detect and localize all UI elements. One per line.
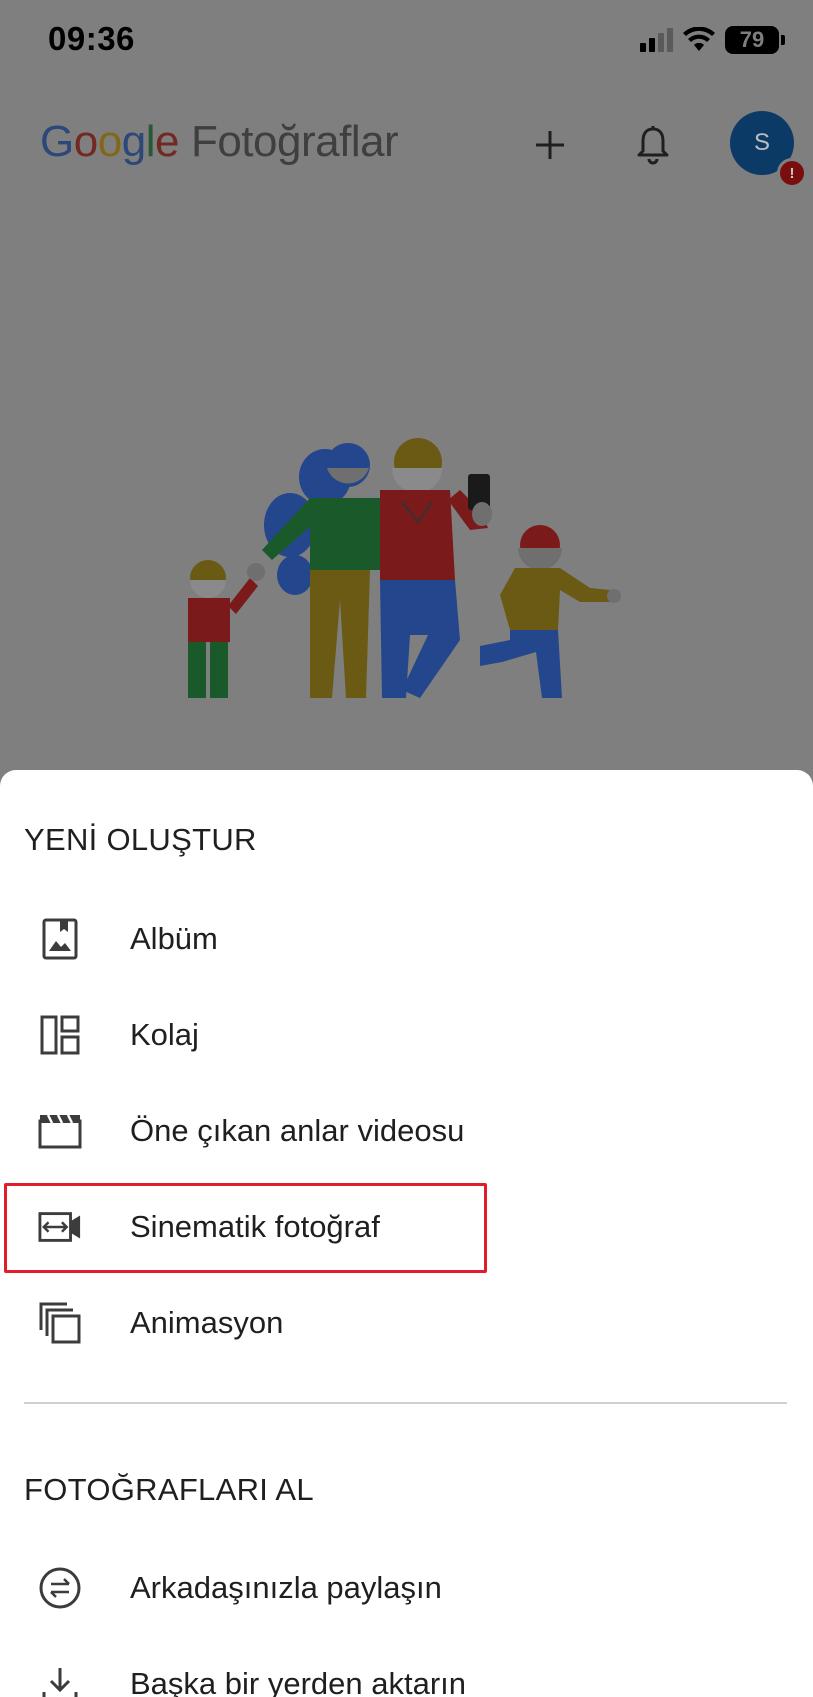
- create-bottom-sheet: YENİ OLUŞTUR Albüm Kolaj Öne çıkan anlar…: [0, 770, 813, 1697]
- menu-item-animation[interactable]: Animasyon: [0, 1278, 813, 1368]
- dimmed-app-background[interactable]: 09:36 79 Google Fotoğraflar S !: [0, 0, 813, 780]
- battery-icon: 79: [725, 26, 779, 54]
- signal-icon: [640, 28, 673, 52]
- create-button[interactable]: [520, 115, 580, 175]
- menu-item-label: Sinematik fotoğraf: [130, 1209, 380, 1244]
- section-title-import: FOTOĞRAFLARI AL: [24, 1472, 314, 1507]
- product-name: Fotoğraflar: [190, 117, 399, 166]
- status-time: 09:36: [48, 20, 135, 57]
- menu-item-cinematic-photo[interactable]: Sinematik fotoğraf: [0, 1182, 813, 1272]
- bell-icon: [637, 126, 669, 165]
- app-top-bar: Google Fotoğraflar S !: [0, 95, 813, 190]
- google-photos-logo: Google Fotoğraflar: [40, 117, 399, 167]
- menu-item-share-with-friend[interactable]: Arkadaşınızla paylaşın: [0, 1543, 813, 1633]
- album-icon: [38, 917, 82, 961]
- family-illustration: [188, 438, 621, 698]
- status-icons: 79: [640, 24, 785, 56]
- google-wordmark: Google: [40, 117, 179, 166]
- avatar-alert-badge: !: [777, 158, 807, 188]
- menu-item-import-elsewhere[interactable]: Başka bir yerden aktarın: [0, 1639, 813, 1697]
- animation-icon: [38, 1301, 82, 1345]
- menu-item-label: Öne çıkan anlar videosu: [130, 1113, 465, 1148]
- menu-item-label: Arkadaşınızla paylaşın: [130, 1570, 442, 1605]
- section-title-create: YENİ OLUŞTUR: [24, 822, 257, 857]
- battery-level: 79: [739, 27, 765, 52]
- menu-item-collage[interactable]: Kolaj: [0, 990, 813, 1080]
- notifications-button[interactable]: [623, 115, 683, 175]
- cinematic-icon: [38, 1205, 82, 1249]
- download-icon: [38, 1662, 82, 1697]
- wifi-icon: [683, 27, 715, 51]
- menu-item-label: Başka bir yerden aktarın: [130, 1666, 467, 1697]
- share-swap-icon: [38, 1566, 82, 1610]
- plus-icon: [536, 131, 564, 159]
- menu-item-label: Animasyon: [130, 1305, 284, 1340]
- menu-item-highlight-video[interactable]: Öne çıkan anlar videosu: [0, 1086, 813, 1176]
- collage-icon: [38, 1013, 82, 1057]
- menu-item-album[interactable]: Albüm: [0, 894, 813, 984]
- movie-clapper-icon: [38, 1109, 82, 1153]
- menu-item-label: Kolaj: [130, 1017, 199, 1052]
- section-divider: [24, 1402, 787, 1404]
- status-bar: 09:36 79: [0, 0, 813, 80]
- menu-item-label: Albüm: [130, 921, 218, 956]
